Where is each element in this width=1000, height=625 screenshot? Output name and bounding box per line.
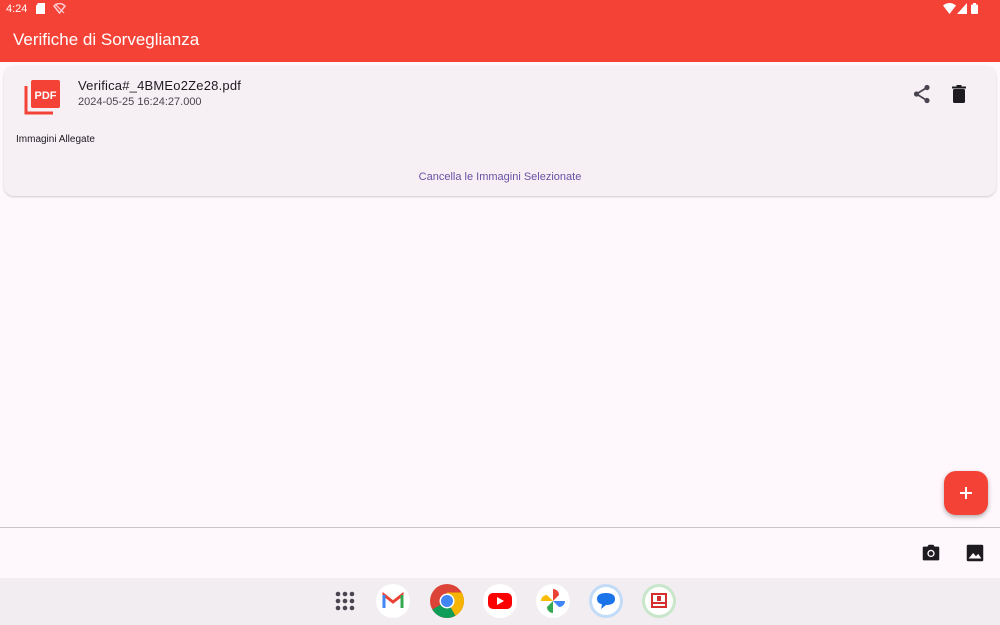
file-name: Verifica#_4BMEo2Ze28.pdf bbox=[78, 78, 242, 93]
chrome-icon bbox=[430, 584, 464, 618]
app-drawer-button[interactable] bbox=[327, 583, 363, 619]
dock-app-verifiche[interactable] bbox=[641, 583, 677, 619]
pdf-file-icon: PDF bbox=[24, 80, 60, 115]
battery-icon bbox=[971, 3, 978, 14]
delete-button[interactable] bbox=[947, 82, 971, 106]
dock-app-gmail[interactable] bbox=[375, 583, 411, 619]
gmail-icon bbox=[376, 584, 410, 618]
status-time: 4:24 bbox=[6, 3, 28, 15]
sd-card-icon bbox=[36, 3, 45, 14]
file-date: 2024-05-25 16:24:27.000 bbox=[78, 96, 202, 108]
notification-icon bbox=[53, 3, 66, 14]
camera-button[interactable] bbox=[920, 542, 944, 566]
app-bar: Verifiche di Sorveglianza bbox=[0, 18, 1000, 62]
file-card[interactable]: PDF Verifica#_4BMEo2Ze28.pdf 2024-05-25 … bbox=[4, 66, 996, 196]
svg-text:PDF: PDF bbox=[35, 90, 57, 102]
gallery-icon bbox=[966, 544, 984, 562]
dock-app-messages[interactable] bbox=[588, 583, 624, 619]
delete-icon bbox=[952, 85, 966, 103]
verifiche-app-icon bbox=[642, 584, 676, 618]
camera-icon bbox=[922, 544, 940, 561]
bottom-bar bbox=[0, 527, 1000, 578]
dock-app-photos[interactable] bbox=[535, 583, 571, 619]
app-drawer-icon bbox=[335, 591, 355, 611]
attached-images-label: Immagini Allegate bbox=[16, 134, 95, 145]
messages-icon bbox=[589, 584, 623, 618]
dock-app-youtube[interactable] bbox=[482, 583, 518, 619]
wifi-icon bbox=[943, 3, 956, 14]
share-button[interactable] bbox=[910, 82, 934, 106]
share-icon bbox=[913, 84, 930, 104]
signal-icon bbox=[957, 3, 967, 14]
dock-app-chrome[interactable] bbox=[429, 583, 465, 619]
taskbar bbox=[0, 578, 1000, 625]
status-bar: 4:24 bbox=[0, 0, 1000, 18]
photos-icon bbox=[536, 584, 570, 618]
app-title: Verifiche di Sorveglianza bbox=[13, 30, 200, 49]
youtube-icon bbox=[483, 584, 517, 618]
clear-selected-images-button[interactable]: Cancella le Immagini Selezionate bbox=[400, 166, 600, 188]
gallery-button[interactable] bbox=[964, 542, 988, 566]
add-fab-button[interactable] bbox=[944, 471, 988, 515]
plus-icon bbox=[960, 487, 972, 499]
